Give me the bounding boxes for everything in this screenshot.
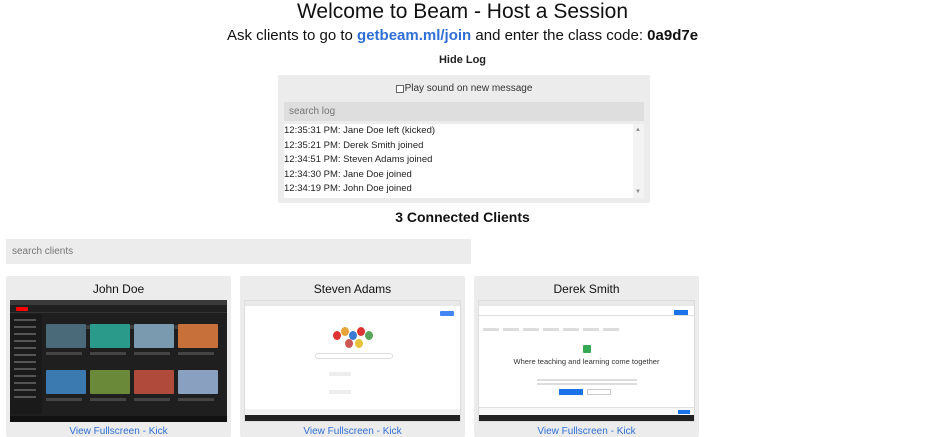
view-fullscreen-link[interactable]: View Fullscreen: [69, 426, 139, 437]
client-screen-thumbnail: [10, 300, 227, 422]
client-screen-thumbnail: Where teaching and learning come togethe…: [478, 300, 695, 422]
client-name: John Doe: [92, 282, 145, 296]
client-card: Steven Adams View Fullscreen - Kick: [240, 276, 465, 437]
client-card: Derek Smith Where teaching and learning …: [474, 276, 699, 437]
client-name: Steven Adams: [313, 282, 392, 296]
sound-toggle[interactable]: Play sound on new message: [278, 83, 650, 94]
kick-link[interactable]: Kick: [617, 426, 636, 437]
join-instructions-prefix: Ask clients to go to: [226, 27, 353, 44]
view-fullscreen-link[interactable]: View Fullscreen: [537, 426, 607, 437]
client-actions: View Fullscreen - Kick: [6, 426, 231, 437]
youtube-logo-icon: [16, 307, 28, 311]
log-entry: 12:35:31 PM: Jane Doe left (kicked): [284, 125, 436, 136]
kick-link[interactable]: Kick: [149, 426, 168, 437]
sound-label: Play sound on new message: [404, 83, 533, 94]
classroom-headline: Where teaching and learning come togethe…: [513, 357, 660, 366]
log-entry: 12:34:19 PM: John Doe joined: [284, 183, 412, 195]
google-doodle-icon: [333, 325, 375, 349]
scroll-up-icon[interactable]: ▲: [635, 127, 641, 133]
client-screen-thumbnail: [244, 300, 461, 422]
log-search-input[interactable]: [284, 102, 644, 121]
log-panel: Play sound on new message 12:35:31 PM: J…: [278, 75, 650, 203]
client-actions: View Fullscreen - Kick: [240, 426, 465, 437]
join-instructions-middle: and enter the class code:: [475, 27, 643, 44]
client-name: Derek Smith: [553, 282, 620, 296]
log-list: 12:35:31 PM: Jane Doe left (kicked) 12:3…: [284, 124, 644, 198]
connected-clients-heading: 3 Connected Clients: [395, 209, 530, 225]
action-separator: -: [139, 426, 149, 437]
page-title: Welcome to Beam - Host a Session: [296, 0, 629, 23]
action-separator: -: [607, 426, 617, 437]
log-scrollbar[interactable]: ▲ ▼: [633, 124, 644, 198]
client-search-input[interactable]: [6, 239, 471, 264]
view-fullscreen-link[interactable]: View Fullscreen: [303, 426, 373, 437]
log-entry: 12:35:21 PM: Derek Smith joined: [284, 139, 424, 151]
join-instructions: Ask clients to go to getbeam.ml/join and…: [0, 27, 925, 45]
scroll-down-icon[interactable]: ▼: [635, 189, 641, 195]
client-actions: View Fullscreen - Kick: [474, 426, 699, 437]
hide-log-button[interactable]: Hide Log: [0, 54, 925, 66]
classroom-icon: [583, 345, 591, 353]
join-link[interactable]: getbeam.ml/join: [357, 27, 471, 44]
sound-checkbox[interactable]: [395, 84, 404, 93]
action-separator: -: [373, 426, 383, 437]
class-code: 0a9d7e: [647, 27, 699, 44]
kick-link[interactable]: Kick: [383, 426, 402, 437]
log-entry: 12:34:30 PM: Jane Doe joined: [284, 168, 412, 180]
log-entry: 12:34:51 PM: Steven Adams joined: [284, 154, 433, 166]
client-card: John Doe View Fullscreen - Kick: [6, 276, 231, 437]
